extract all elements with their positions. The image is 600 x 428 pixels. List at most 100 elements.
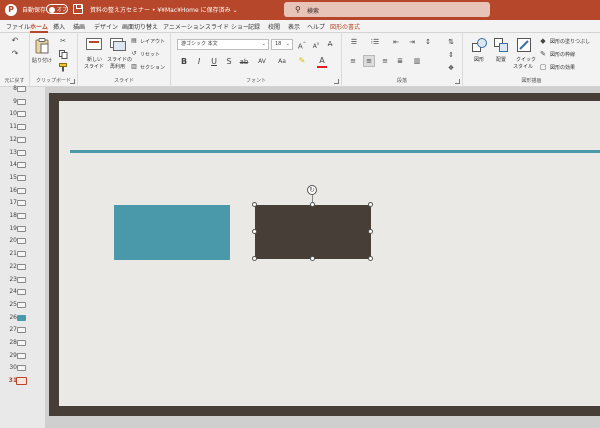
line-spacing-icon[interactable]: ↕	[422, 37, 434, 47]
numbering-icon[interactable]: ⁝☰	[369, 37, 381, 47]
font-size-select[interactable]: 18 ⌄	[271, 39, 293, 50]
tab-home[interactable]: ホーム	[30, 22, 48, 33]
reset-label[interactable]: リセット	[140, 51, 160, 58]
slide-thumbnail[interactable]: 21	[0, 250, 46, 263]
slide-thumbnail[interactable]: 27	[0, 326, 46, 339]
slide-thumbnail[interactable]: 19	[0, 225, 46, 238]
underline-icon[interactable]: U	[209, 57, 219, 67]
decrease-indent-icon[interactable]: ⇤	[390, 37, 402, 47]
resize-handle-bottom-left[interactable]	[252, 256, 257, 261]
reuse-slide-icon[interactable]	[110, 38, 126, 51]
slide-thumbnail-preview[interactable]	[17, 174, 26, 181]
resize-handle-bottom[interactable]	[310, 256, 315, 261]
slide-thumbnail[interactable]: 30	[0, 364, 46, 377]
tab-insert[interactable]: 挿入	[53, 22, 65, 31]
slide-thumbnail-preview[interactable]	[17, 289, 26, 296]
tab-file[interactable]: ファイル	[6, 22, 30, 31]
slide-thumbnail[interactable]: 9	[0, 98, 46, 111]
slide-thumbnail-preview[interactable]	[16, 377, 27, 386]
resize-handle-top-left[interactable]	[252, 202, 257, 207]
highlight-icon[interactable]: ✎	[297, 56, 307, 66]
resize-handle-bottom-right[interactable]	[368, 256, 373, 261]
slide-thumbnail-preview[interactable]	[17, 162, 26, 169]
font-name-select[interactable]: 游ゴシック 本文 ⌄	[177, 39, 269, 50]
grow-font-icon[interactable]: A^	[297, 39, 307, 51]
autosave-toggle[interactable]: オフ	[46, 4, 68, 14]
slide-thumbnail-preview[interactable]	[17, 301, 26, 308]
slide-thumbnail-preview[interactable]	[17, 365, 26, 372]
rotate-handle-icon[interactable]: ↻	[307, 185, 317, 195]
tab-record[interactable]: 記録	[248, 22, 260, 31]
slide-thumbnail[interactable]: 29	[0, 352, 46, 365]
shrink-font-icon[interactable]: Av	[311, 39, 321, 52]
tab-draw[interactable]: 描画	[73, 22, 85, 31]
copy-icon[interactable]	[59, 50, 68, 59]
paste-label[interactable]: 貼り付け	[32, 57, 52, 64]
strikethrough-icon[interactable]: ab	[239, 57, 249, 67]
search-box[interactable]: ⚲ 検索	[284, 2, 490, 17]
slide-thumbnail[interactable]: 13	[0, 149, 46, 162]
shape-outline-label[interactable]: 図形の枠線	[550, 51, 575, 58]
font-launcher-icon[interactable]	[334, 79, 339, 84]
resize-handle-left[interactable]	[252, 229, 257, 234]
slide-thumbnail-preview[interactable]	[17, 314, 26, 321]
slide-thumbnail-preview[interactable]	[17, 86, 26, 92]
quick-styles-label-1[interactable]: クイック	[516, 56, 536, 63]
undo-icon[interactable]: ↶	[10, 36, 20, 46]
tab-design[interactable]: デザイン	[94, 22, 118, 31]
align-left-icon[interactable]: ≡	[348, 56, 358, 66]
bold-icon[interactable]: B	[179, 57, 189, 67]
arrange-icon[interactable]	[494, 38, 509, 53]
increase-indent-icon[interactable]: ⇥	[406, 37, 418, 47]
slide-thumbnail-preview[interactable]	[17, 136, 26, 143]
slide-thumbnail[interactable]: 14	[0, 161, 46, 174]
smartart-icon[interactable]: ❖	[445, 63, 457, 73]
paragraph-launcher-icon[interactable]	[455, 79, 460, 84]
slide-thumbnail-preview[interactable]	[17, 340, 26, 346]
shapes-label[interactable]: 図形	[474, 56, 484, 63]
align-right-icon[interactable]: ≡	[380, 56, 390, 66]
shape-fill-label[interactable]: 図形の塗りつぶし	[550, 38, 590, 45]
tab-shape-format[interactable]: 図形の書式	[330, 22, 360, 31]
columns-icon[interactable]: ▥	[411, 56, 423, 66]
slide-thumbnail[interactable]: 10	[0, 110, 46, 123]
char-spacing-icon[interactable]: AV	[255, 57, 269, 67]
slide-thumbnail-preview[interactable]	[17, 111, 26, 118]
reuse-slide-label-2[interactable]: 再利用	[110, 63, 125, 70]
tab-help[interactable]: ヘルプ	[307, 22, 325, 31]
teal-rectangle[interactable]	[114, 205, 230, 260]
arrange-label[interactable]: 配置	[496, 56, 506, 63]
tab-slideshow[interactable]: スライド ショー	[205, 22, 249, 31]
slide-thumbnail[interactable]: 18	[0, 212, 46, 225]
shadow-icon[interactable]: S	[224, 57, 234, 67]
slide-thumbnail[interactable]: 28	[0, 339, 46, 352]
teal-horizontal-rule[interactable]	[70, 150, 600, 153]
section-label[interactable]: セクション	[140, 64, 165, 71]
redo-icon[interactable]: ↷	[10, 49, 20, 59]
slide-thumbnail[interactable]: 17	[0, 199, 46, 212]
format-painter-icon[interactable]	[59, 63, 68, 72]
slide-thumbnail-preview[interactable]	[17, 352, 26, 359]
layout-label[interactable]: レイアウト	[140, 38, 165, 45]
quick-styles-label-2[interactable]: スタイル	[513, 63, 533, 70]
font-color-icon[interactable]: A	[317, 56, 327, 68]
slide-thumbnail[interactable]: 20	[0, 237, 46, 250]
shape-effects-label[interactable]: 図形の効果	[550, 64, 575, 71]
slide-thumbnail-preview[interactable]	[17, 124, 26, 131]
clear-format-icon[interactable]: A̶	[325, 39, 335, 49]
resize-handle-top-right[interactable]	[368, 202, 373, 207]
slide-thumbnail[interactable]: 24	[0, 288, 46, 301]
slide-thumbnail[interactable]: 26	[0, 314, 46, 327]
slide-thumbnail[interactable]: 16	[0, 187, 46, 200]
selected-dark-rectangle[interactable]	[255, 205, 371, 259]
italic-icon[interactable]: I	[194, 57, 204, 67]
text-direction-icon[interactable]: ⇅	[445, 37, 457, 47]
align-center-icon[interactable]: ≡	[363, 55, 375, 67]
new-slide-label-2[interactable]: スライド	[84, 63, 104, 70]
slide-thumbnail[interactable]: 23	[0, 276, 46, 289]
slide-thumbnail[interactable]: 15	[0, 174, 46, 187]
shape-effects-icon[interactable]: ▢	[539, 62, 547, 72]
slide-thumbnail-preview[interactable]	[17, 187, 26, 194]
slide-thumbnail[interactable]: 11	[0, 123, 46, 136]
justify-icon[interactable]: ≣	[395, 56, 405, 66]
